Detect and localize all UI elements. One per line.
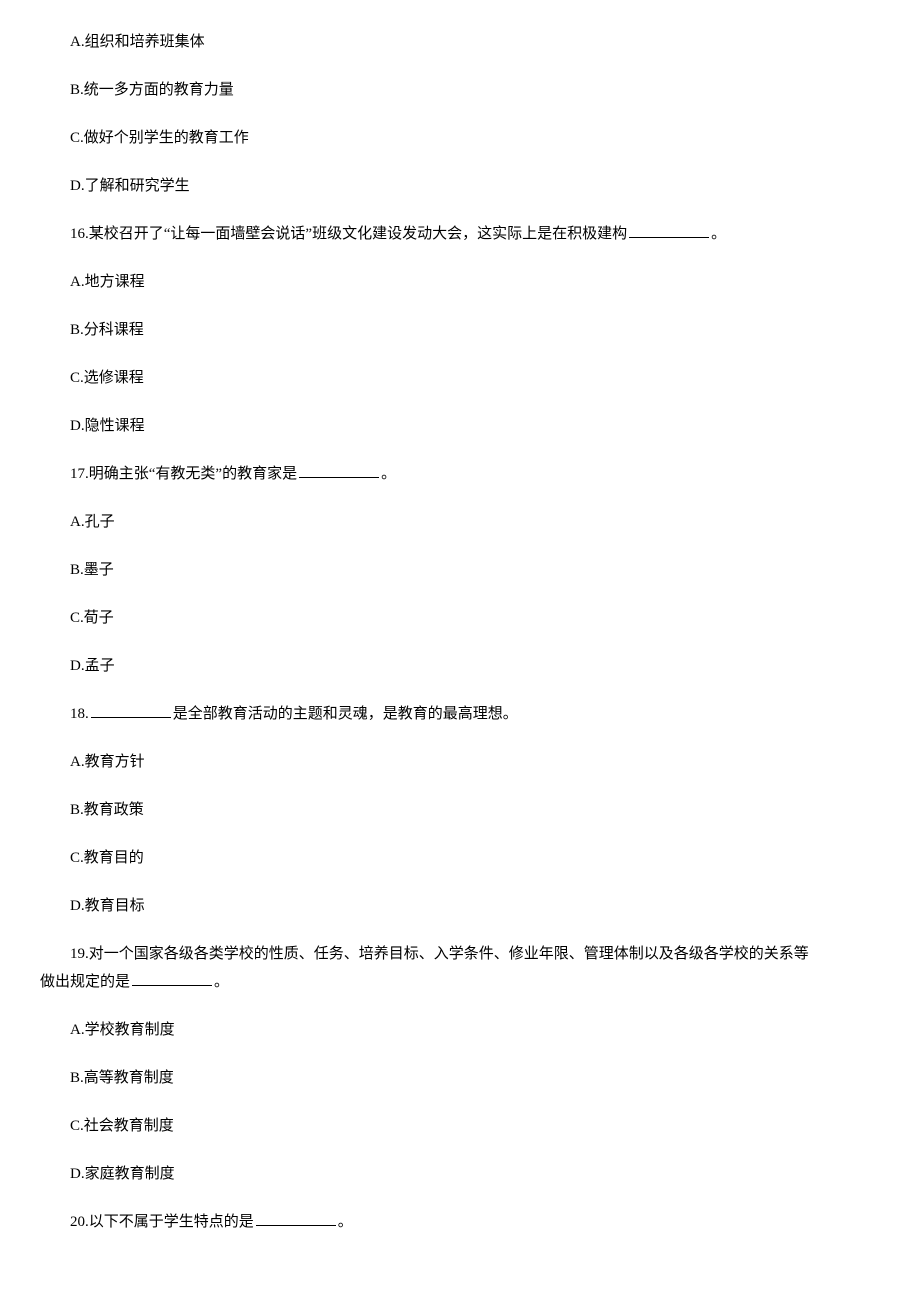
q19-stem-line2-post: 。 [214, 974, 229, 990]
exam-page: A.组织和培养班集体 B.统一多方面的教育力量 C.做好个别学生的教育工作 D.… [0, 0, 920, 1288]
blank-field [256, 1210, 336, 1226]
q16-option-c: C.选修课程 [40, 366, 880, 390]
q18-option-c: C.教育目的 [40, 846, 880, 870]
q20-stem-pre: 20.以下不属于学生特点的是 [70, 1214, 254, 1230]
q15-option-d: D.了解和研究学生 [40, 174, 880, 198]
blank-field [91, 702, 171, 718]
q16-stem-pre: 16.某校召开了“让每一面墙壁会说话”班级文化建设发动大会，这实际上是在积极建构 [70, 226, 627, 242]
q17-stem-post: 。 [381, 466, 396, 482]
q17-option-b: B.墨子 [40, 558, 880, 582]
q19-stem-line2-pre: 做出规定的是 [40, 974, 130, 990]
q19-option-b: B.高等教育制度 [40, 1066, 880, 1090]
blank-field [629, 222, 709, 238]
q16-option-b: B.分科课程 [40, 318, 880, 342]
q19-option-d: D.家庭教育制度 [40, 1162, 880, 1186]
q15-option-b: B.统一多方面的教育力量 [40, 78, 880, 102]
q18-stem: 18. 是全部教育活动的主题和灵魂，是教育的最高理想。 [40, 702, 880, 726]
q18-option-d: D.教育目标 [40, 894, 880, 918]
q15-option-c: C.做好个别学生的教育工作 [40, 126, 880, 150]
q18-option-a: A.教育方针 [40, 750, 880, 774]
q17-option-c: C.荀子 [40, 606, 880, 630]
q19-option-a: A.学校教育制度 [40, 1018, 880, 1042]
q18-stem-pre: 18. [70, 706, 89, 722]
q18-option-b: B.教育政策 [40, 798, 880, 822]
q17-stem-pre: 17.明确主张“有教无类”的教育家是 [70, 466, 297, 482]
q20-stem: 20.以下不属于学生特点的是 。 [40, 1210, 880, 1234]
q16-stem-post: 。 [711, 226, 726, 242]
q15-option-a: A.组织和培养班集体 [40, 30, 880, 54]
q20-stem-post: 。 [338, 1214, 353, 1230]
q19-stem-line2: 做出规定的是 。 [40, 970, 880, 994]
q16-option-a: A.地方课程 [40, 270, 880, 294]
blank-field [132, 970, 212, 986]
q17-option-d: D.孟子 [40, 654, 880, 678]
q17-option-a: A.孔子 [40, 510, 880, 534]
q16-option-d: D.隐性课程 [40, 414, 880, 438]
blank-field [299, 462, 379, 478]
q19-option-c: C.社会教育制度 [40, 1114, 880, 1138]
q17-stem: 17.明确主张“有教无类”的教育家是 。 [40, 462, 880, 486]
q16-stem: 16.某校召开了“让每一面墙壁会说话”班级文化建设发动大会，这实际上是在积极建构… [40, 222, 880, 246]
q18-stem-post: 是全部教育活动的主题和灵魂，是教育的最高理想。 [173, 706, 518, 722]
q19-stem-line1: 19.对一个国家各级各类学校的性质、任务、培养目标、入学条件、修业年限、管理体制… [40, 942, 880, 966]
